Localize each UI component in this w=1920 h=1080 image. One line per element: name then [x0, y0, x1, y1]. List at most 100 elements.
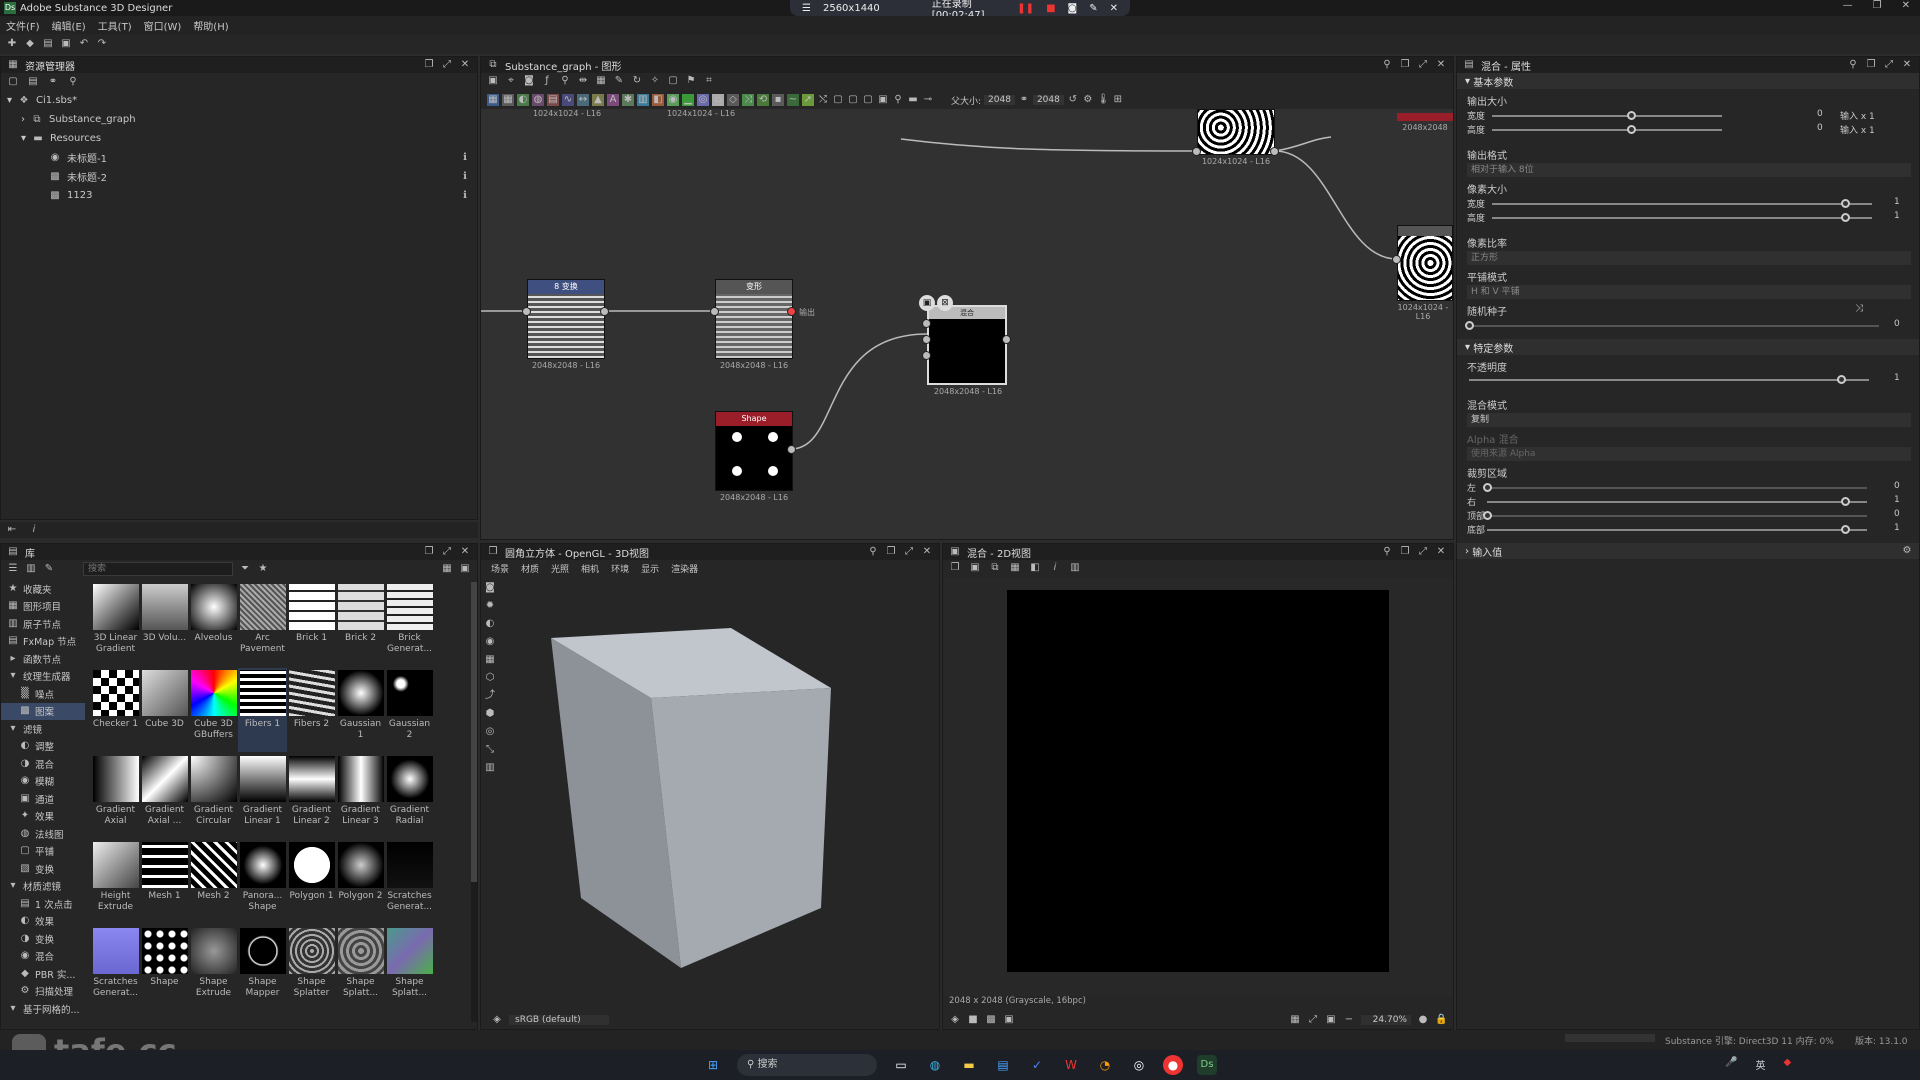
save-icon[interactable]: ▣	[969, 562, 981, 574]
pixel-width-slider[interactable]	[1492, 203, 1872, 205]
pin-node-icon[interactable]: ⚲	[892, 94, 904, 106]
chevron-down-icon[interactable]: ▾	[1465, 342, 1473, 353]
curve-icon[interactable]: ∿	[562, 94, 574, 106]
shuffle-icon[interactable]: ⤨	[742, 94, 754, 106]
grid-icon[interactable]: ▦	[484, 654, 496, 666]
library-category[interactable]: ▒ 噪点	[1, 685, 85, 703]
crop-top-knob[interactable]	[1483, 511, 1492, 520]
layout-icon[interactable]: ⊞	[1112, 94, 1124, 106]
opacity-knob[interactable]	[1837, 375, 1846, 384]
2d-viewport[interactable]	[943, 578, 1453, 996]
library-item[interactable]: Brick 2	[336, 582, 385, 666]
window-close-icon[interactable]: ✕	[1902, 0, 1910, 16]
height-slider-knob[interactable]	[1627, 125, 1636, 134]
node-view-icon[interactable]: ⊠	[937, 295, 953, 311]
menu-icon[interactable]: ☰	[802, 3, 811, 14]
node-output-port[interactable]	[787, 445, 796, 454]
library-category[interactable]: ▤ 1 次点击	[1, 895, 85, 913]
shuffle-icon[interactable]: ⤨	[1853, 303, 1865, 315]
fit-icon[interactable]: ⌖	[505, 75, 517, 87]
alpha-blend-select[interactable]: 使用来源 Alpha	[1467, 447, 1911, 461]
normal-icon[interactable]: ◎	[697, 94, 709, 106]
library-item[interactable]: Mesh 1	[140, 840, 189, 924]
graph-node-output[interactable]	[1397, 225, 1453, 301]
pixel-width-value[interactable]: 1	[1894, 197, 1900, 207]
redo-icon[interactable]: ↷	[96, 38, 108, 50]
copy-icon[interactable]: ❐	[949, 562, 961, 574]
switch-icon[interactable]: ⤭	[817, 94, 829, 106]
chevron-down-icon[interactable]: ▾	[21, 133, 26, 144]
library-category[interactable]: ◑ 混合	[1, 755, 85, 773]
menu-tools[interactable]: 工具(T)	[98, 18, 132, 33]
comment-icon[interactable]: ✎	[613, 75, 625, 87]
snapshot-icon[interactable]: ◙	[523, 75, 535, 87]
ime-indicator[interactable]: 英	[1755, 1057, 1765, 1072]
wireframe-icon[interactable]: ⬢	[484, 708, 496, 720]
tree-item-package[interactable]: ▾ ❖ Ci1.sbs*	[1, 91, 477, 110]
float-icon[interactable]: ❐	[1865, 59, 1877, 71]
library-category[interactable]: ▾ 基于网格的...	[1, 1000, 85, 1018]
crop-left-value[interactable]: 0	[1894, 481, 1900, 491]
explorer-icon[interactable]: ▬	[959, 1055, 979, 1075]
zoom-in-icon[interactable]: ●	[1417, 1014, 1429, 1026]
info-icon[interactable]: ℹ	[459, 171, 471, 183]
3d-menu-display[interactable]: 显示	[641, 562, 659, 575]
undo-icon[interactable]: ↶	[78, 38, 90, 50]
pixel-icon[interactable]: ▫	[712, 94, 724, 106]
crop-left-knob[interactable]	[1483, 483, 1492, 492]
edit-icon[interactable]: ✎	[43, 563, 55, 575]
info-italic-icon[interactable]: 𝑖	[1049, 562, 1061, 574]
float-icon[interactable]: ❐	[423, 59, 435, 71]
panel-close-icon[interactable]: ✕	[1901, 59, 1913, 71]
seed-knob[interactable]	[1465, 321, 1474, 330]
grayscale-icon[interactable]: ◧	[652, 94, 664, 106]
chevron-right-icon[interactable]: ›	[1465, 546, 1472, 557]
library-item[interactable]: Gradient Circular	[189, 754, 238, 838]
eye-icon[interactable]: ◎	[484, 726, 496, 738]
taskbar-search[interactable]: ⚲ 搜索	[737, 1054, 877, 1076]
library-category[interactable]: ▥ 原子节点	[1, 615, 85, 633]
channel-icon[interactable]: ◧	[1029, 562, 1041, 574]
node-input-port[interactable]	[922, 319, 931, 328]
graph-node-pattern[interactable]	[1197, 109, 1275, 155]
thermometer-icon[interactable]: 🌡	[1097, 94, 1110, 106]
app-icon[interactable]: ✓	[1027, 1055, 1047, 1075]
duplicate-icon[interactable]: ⧉	[989, 562, 1001, 574]
library-search-input[interactable]	[83, 562, 233, 576]
section-specific-params[interactable]: ▾ 特定参数	[1457, 339, 1919, 355]
library-item[interactable]: Gradient Linear 3	[336, 754, 385, 838]
scrollbar-thumb[interactable]	[471, 582, 477, 882]
library-item[interactable]: Height Extrude	[91, 840, 140, 924]
warp-icon[interactable]: ∼	[787, 94, 799, 106]
grid-icon[interactable]: ▦	[1289, 1014, 1301, 1026]
info-italic-icon[interactable]: 𝑖	[28, 524, 40, 536]
wps-icon[interactable]: W	[1061, 1055, 1081, 1075]
open-folder-icon[interactable]: ▤	[42, 38, 54, 50]
library-item[interactable]: Alveolus	[189, 582, 238, 666]
crop-top-slider[interactable]	[1487, 515, 1867, 517]
section-inputs[interactable]: › 输入值 ⚙	[1457, 543, 1919, 559]
library-category[interactable]: ▩ 图案	[1, 702, 85, 720]
mesh-icon[interactable]: ⬡	[484, 672, 496, 684]
seed-value[interactable]: 0	[1894, 319, 1900, 329]
pin-icon[interactable]: ⚲	[1847, 59, 1859, 71]
library-item[interactable]: Shape Mapper	[238, 926, 287, 1010]
library-item[interactable]: Checker 1	[91, 668, 140, 752]
node-input-port[interactable]	[1192, 147, 1201, 156]
axis-icon[interactable]: ⤴	[484, 690, 496, 702]
settings-icon[interactable]: ⚙	[1082, 94, 1094, 106]
float-icon[interactable]: ❐	[1399, 546, 1411, 558]
library-item[interactable]: Fibers 2	[287, 668, 336, 752]
library-category[interactable]: ◐ 调整	[1, 738, 85, 756]
environment-icon[interactable]: ◐	[484, 618, 496, 630]
colorspace-select[interactable]: sRGB (default)	[509, 1015, 609, 1025]
library-category[interactable]: ▢ 平铺	[1, 843, 85, 861]
library-item[interactable]: Gradient Linear 1	[238, 754, 287, 838]
transform-icon[interactable]: ⤡	[484, 744, 496, 756]
width-slider[interactable]	[1492, 115, 1722, 117]
directional-warp-icon[interactable]: ➚	[802, 94, 814, 106]
tray-app-icon[interactable]: ◆	[1783, 1057, 1791, 1072]
float-icon[interactable]: ❐	[885, 546, 897, 558]
crop-right-knob[interactable]	[1841, 497, 1850, 506]
crop-left-slider[interactable]	[1487, 487, 1867, 489]
